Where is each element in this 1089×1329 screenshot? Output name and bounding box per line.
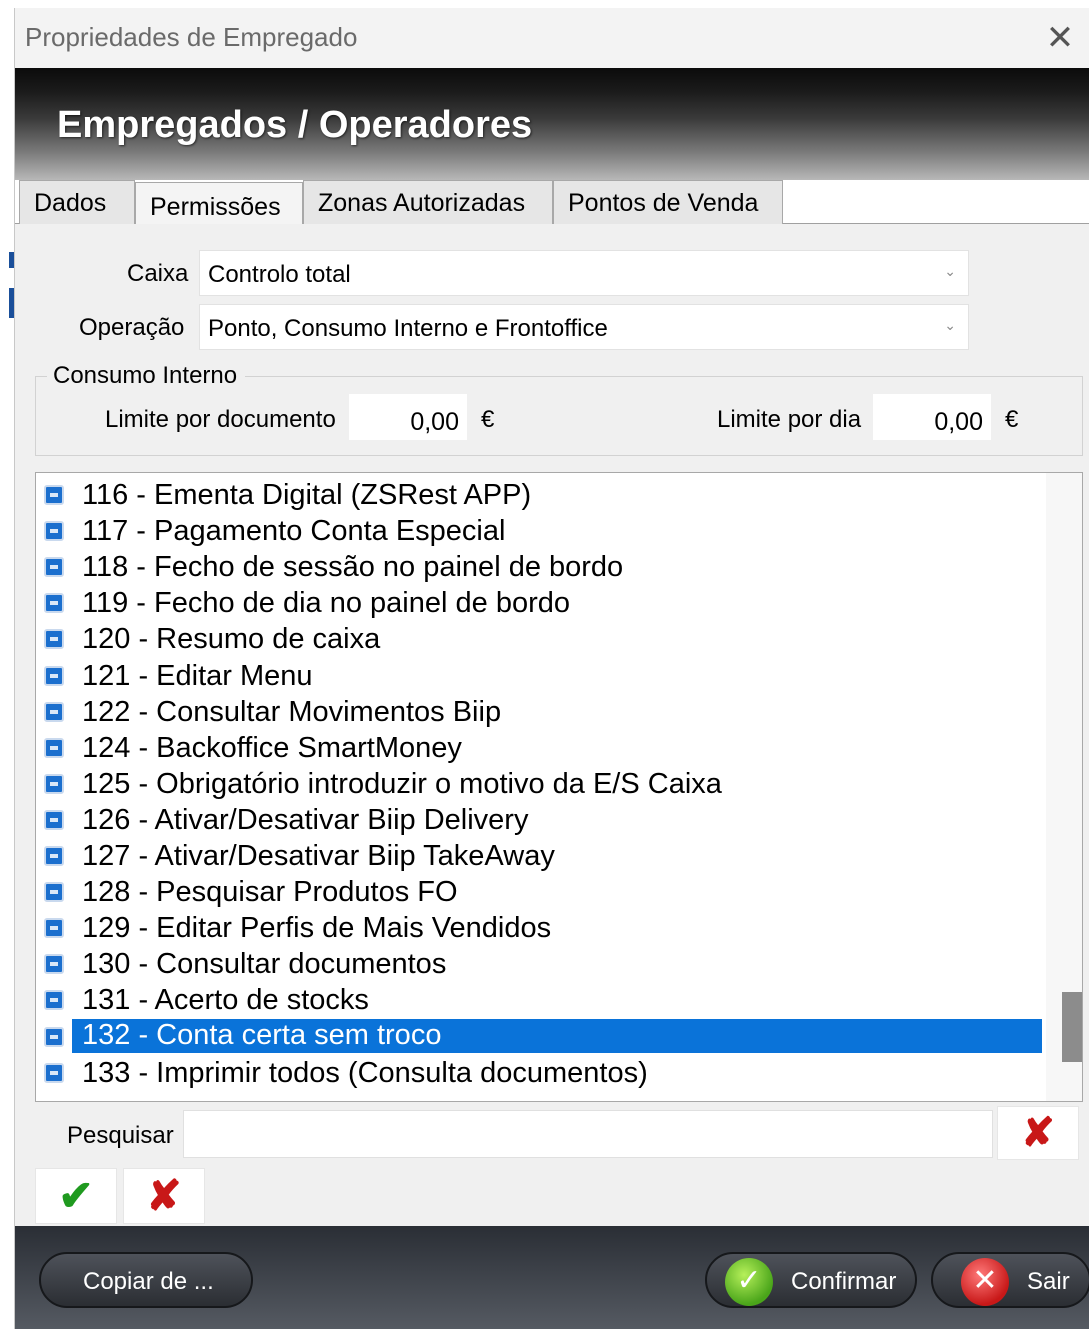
tab-pontos-de-venda[interactable]: Pontos de Venda <box>553 180 783 224</box>
permission-label: 120 - Resumo de caixa <box>82 623 381 656</box>
clear-search-icon[interactable]: ✘ <box>997 1106 1079 1160</box>
permission-row[interactable]: 124 - Backoffice SmartMoney <box>36 730 1046 766</box>
permission-row[interactable]: 119 - Fecho de dia no painel de bordo <box>36 585 1046 621</box>
header-banner: Empregados / Operadores <box>15 68 1089 180</box>
checkbox-checked-icon[interactable] <box>44 629 64 650</box>
search-label: Pesquisar <box>67 1122 174 1149</box>
permission-row[interactable]: 117 - Pagamento Conta Especial <box>36 513 1046 549</box>
checkbox-checked-icon[interactable] <box>44 809 64 830</box>
apply-checkmark-icon[interactable]: ✔ <box>35 1168 117 1224</box>
permission-label: 131 - Acerto de stocks <box>82 984 369 1017</box>
limite-dia-input[interactable] <box>873 394 991 440</box>
checkbox-checked-icon[interactable] <box>44 521 64 542</box>
permission-row[interactable]: 129 - Editar Perfis de Mais Vendidos <box>36 910 1046 946</box>
checkbox-checked-icon[interactable] <box>44 846 64 866</box>
footer-bar: Copiar de ... ✓ Confirmar ✕ Sair <box>15 1226 1089 1329</box>
scrollbar-thumb[interactable] <box>1062 992 1082 1062</box>
permission-label: 119 - Fecho de dia no painel de bordo <box>82 587 570 620</box>
confirm-button[interactable]: ✓ Confirmar <box>705 1252 917 1308</box>
chevron-down-icon: ⌄ <box>944 317 956 333</box>
permission-label: 128 - Pesquisar Produtos FO <box>82 876 458 909</box>
close-icon[interactable]: ✕ <box>1038 16 1082 60</box>
confirm-label: Confirmar <box>791 1268 897 1295</box>
exit-x-icon: ✕ <box>961 1258 1009 1306</box>
chevron-down-icon: ⌄ <box>944 263 956 279</box>
permission-row[interactable]: 118 - Fecho de sessão no painel de bordo <box>36 549 1046 585</box>
exit-button[interactable]: ✕ Sair <box>931 1252 1089 1308</box>
permission-row[interactable]: 125 - Obrigatório introduzir o motivo da… <box>36 766 1046 802</box>
caixa-value: Controlo total <box>208 261 351 288</box>
permission-label: 125 - Obrigatório introduzir o motivo da… <box>82 767 722 800</box>
permission-row[interactable]: 133 - Imprimir todos (Consulta documento… <box>36 1055 1046 1091</box>
permission-label: 130 - Consultar documentos <box>82 948 447 981</box>
copy-from-button[interactable]: Copiar de ... <box>39 1252 253 1308</box>
permission-row[interactable]: 116 - Ementa Digital (ZSRest APP) <box>36 477 1046 513</box>
permission-row[interactable]: 120 - Resumo de caixa <box>36 621 1046 657</box>
permission-row[interactable]: 121 - Editar Menu <box>36 658 1046 694</box>
checkbox-checked-icon[interactable] <box>44 954 64 975</box>
permission-row[interactable]: 126 - Ativar/Desativar Biip Delivery <box>36 802 1046 838</box>
permission-label: 129 - Editar Perfis de Mais Vendidos <box>82 912 552 945</box>
permission-label: 127 - Ativar/Desativar Biip TakeAway <box>82 840 555 872</box>
permission-row[interactable]: 131 - Acerto de stocks <box>36 982 1046 1018</box>
tab-bar: Dados Permissões Zonas Autorizadas Ponto… <box>15 180 1089 225</box>
permission-label: 126 - Ativar/Desativar Biip Delivery <box>82 803 529 836</box>
checkbox-checked-icon[interactable] <box>44 1026 64 1047</box>
checkbox-checked-icon[interactable] <box>44 665 64 686</box>
title-bar: Propriedades de Empregado ✕ <box>15 8 1089 68</box>
checkbox-checked-icon[interactable] <box>44 882 64 903</box>
checkbox-checked-icon[interactable] <box>44 485 64 505</box>
tab-permissoes[interactable]: Permissões <box>135 182 303 225</box>
page-title: Empregados / Operadores <box>57 104 533 146</box>
currency-symbol: € <box>481 406 495 433</box>
permission-label: 122 - Consultar Movimentos Biip <box>82 695 502 728</box>
permissions-panel: Caixa Controlo total ⌄ Operação Ponto, C… <box>15 224 1089 1224</box>
permission-row[interactable]: 128 - Pesquisar Produtos FO <box>36 874 1046 910</box>
list-scrollbar[interactable] <box>1046 473 1082 1101</box>
cancel-x-icon[interactable]: ✘ <box>123 1168 205 1224</box>
permission-row[interactable]: 132 - Conta certa sem troco <box>36 1018 1046 1055</box>
limite-documento-input[interactable] <box>349 394 467 440</box>
exit-label: Sair <box>1027 1268 1070 1295</box>
permission-label: 121 - Editar Menu <box>82 659 313 692</box>
confirm-check-icon: ✓ <box>725 1258 773 1306</box>
permission-row[interactable]: 130 - Consultar documentos <box>36 946 1046 982</box>
operacao-label: Operação <box>79 314 185 341</box>
checkbox-checked-icon[interactable] <box>44 1062 64 1083</box>
permission-label: 132 - Conta certa sem troco <box>72 1018 1042 1053</box>
currency-symbol: € <box>1005 406 1019 433</box>
checkbox-checked-icon[interactable] <box>44 737 64 758</box>
limite-documento-label: Limite por documento <box>105 406 336 433</box>
permission-row[interactable]: 122 - Consultar Movimentos Biip <box>36 694 1046 730</box>
window-title: Propriedades de Empregado <box>25 22 358 52</box>
permission-label: 124 - Backoffice SmartMoney <box>82 731 462 764</box>
checkbox-checked-icon[interactable] <box>44 990 64 1011</box>
permission-label: 116 - Ementa Digital (ZSRest APP) <box>82 479 532 511</box>
group-border <box>35 376 47 377</box>
permission-label: 118 - Fecho de sessão no painel de bordo <box>82 551 624 584</box>
permissions-list[interactable]: 116 - Ementa Digital (ZSRest APP) 117 - P… <box>35 472 1083 1102</box>
checkbox-checked-icon[interactable] <box>44 593 64 614</box>
caixa-label: Caixa <box>127 260 189 287</box>
consumo-interno-title: Consumo Interno <box>51 362 240 390</box>
permission-label: 133 - Imprimir todos (Consulta documento… <box>82 1056 648 1089</box>
tab-dados[interactable]: Dados <box>19 180 135 224</box>
checkbox-checked-icon[interactable] <box>44 557 64 578</box>
employee-properties-dialog: Propriedades de Empregado ✕ Empregados /… <box>14 8 1089 1329</box>
permission-label: 117 - Pagamento Conta Especial <box>82 515 506 548</box>
checkbox-checked-icon[interactable] <box>44 701 64 722</box>
checkbox-checked-icon[interactable] <box>44 918 64 939</box>
tab-zonas-autorizadas[interactable]: Zonas Autorizadas <box>303 180 553 224</box>
copy-from-label: Copiar de ... <box>83 1268 214 1295</box>
search-input[interactable] <box>183 1110 993 1158</box>
operacao-select[interactable]: Ponto, Consumo Interno e Frontoffice ⌄ <box>199 304 969 350</box>
background-window-edge <box>0 0 14 1329</box>
caixa-select[interactable]: Controlo total ⌄ <box>199 250 969 296</box>
limite-dia-label: Limite por dia <box>717 406 862 433</box>
checkbox-checked-icon[interactable] <box>44 773 64 794</box>
permission-row[interactable]: 127 - Ativar/Desativar Biip TakeAway <box>36 838 1046 874</box>
operacao-value: Ponto, Consumo Interno e Frontoffice <box>208 315 608 342</box>
group-border <box>245 376 1083 377</box>
